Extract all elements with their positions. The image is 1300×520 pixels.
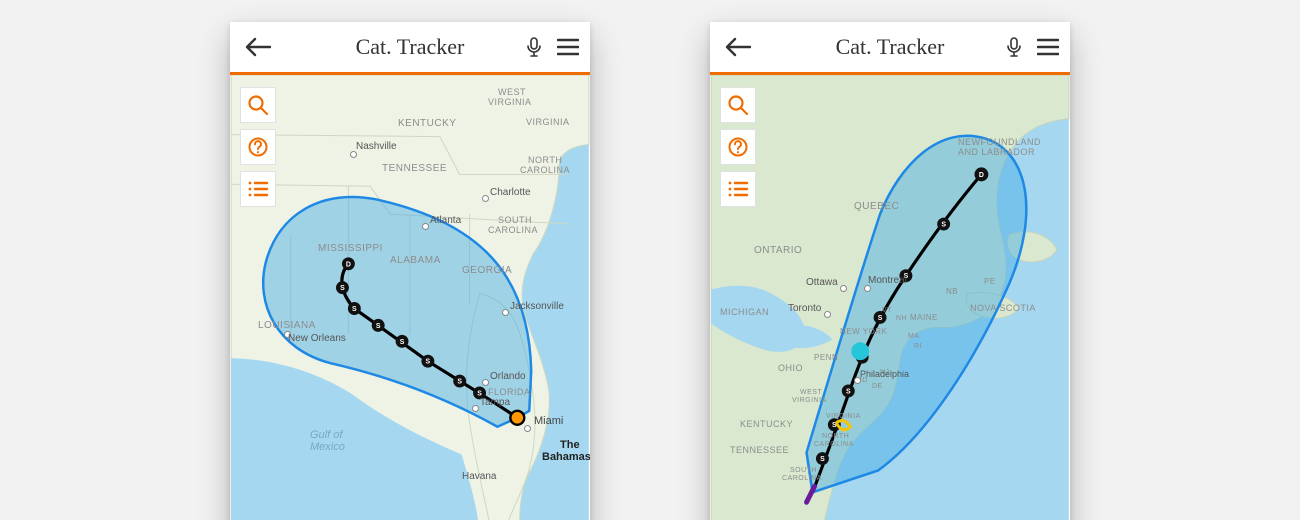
app-header: Cat. Tracker bbox=[710, 22, 1070, 72]
help-icon bbox=[247, 136, 269, 158]
svg-text:S: S bbox=[941, 222, 946, 229]
storm-current-pos[interactable] bbox=[851, 342, 869, 360]
map-area-eastcoast[interactable]: S S S S S S S D bbox=[710, 75, 1070, 520]
map-tools bbox=[240, 87, 276, 207]
help-button[interactable] bbox=[720, 129, 756, 165]
svg-text:S: S bbox=[878, 315, 883, 322]
hamburger-icon bbox=[1037, 38, 1059, 56]
menu-button[interactable] bbox=[1036, 35, 1060, 59]
svg-text:D: D bbox=[979, 172, 984, 179]
mic-icon bbox=[1006, 37, 1022, 57]
svg-text:S: S bbox=[904, 273, 909, 280]
mic-button[interactable] bbox=[522, 35, 546, 59]
svg-text:S: S bbox=[352, 306, 357, 313]
search-button[interactable] bbox=[240, 87, 276, 123]
map-canvas: S S S S S S S D bbox=[230, 75, 590, 520]
svg-text:S: S bbox=[820, 456, 825, 463]
back-button[interactable] bbox=[244, 33, 272, 61]
help-icon bbox=[727, 136, 749, 158]
menu-button[interactable] bbox=[556, 35, 580, 59]
search-button[interactable] bbox=[720, 87, 756, 123]
help-button[interactable] bbox=[240, 129, 276, 165]
mic-button[interactable] bbox=[1002, 35, 1026, 59]
mic-icon bbox=[526, 37, 542, 57]
app-title: Cat. Tracker bbox=[356, 34, 465, 60]
phone-gulf: Cat. Tracker bbox=[230, 22, 590, 520]
back-arrow-icon bbox=[245, 36, 271, 58]
svg-text:S: S bbox=[340, 285, 345, 292]
back-button[interactable] bbox=[724, 33, 752, 61]
hamburger-icon bbox=[557, 38, 579, 56]
app-title: Cat. Tracker bbox=[836, 34, 945, 60]
storm-current-pos[interactable] bbox=[510, 411, 524, 425]
map-tools bbox=[720, 87, 756, 207]
app-header: Cat. Tracker bbox=[230, 22, 590, 72]
map-area-gulf[interactable]: S S S S S S S D WEST VIRGINIA VIRGINIA bbox=[230, 75, 590, 520]
map-canvas: S S S S S S S D bbox=[710, 75, 1070, 520]
list-button[interactable] bbox=[720, 171, 756, 207]
svg-text:S: S bbox=[400, 339, 405, 346]
search-icon bbox=[727, 94, 749, 116]
svg-text:S: S bbox=[376, 323, 381, 330]
svg-text:D: D bbox=[346, 261, 351, 268]
svg-text:S: S bbox=[457, 379, 462, 386]
svg-text:S: S bbox=[426, 359, 431, 366]
list-button[interactable] bbox=[240, 171, 276, 207]
phone-eastcoast: Cat. Tracker bbox=[710, 22, 1070, 520]
list-icon bbox=[727, 179, 749, 199]
svg-text:S: S bbox=[846, 388, 851, 395]
search-icon bbox=[247, 94, 269, 116]
svg-text:S: S bbox=[477, 390, 482, 397]
list-icon bbox=[247, 179, 269, 199]
back-arrow-icon bbox=[725, 36, 751, 58]
